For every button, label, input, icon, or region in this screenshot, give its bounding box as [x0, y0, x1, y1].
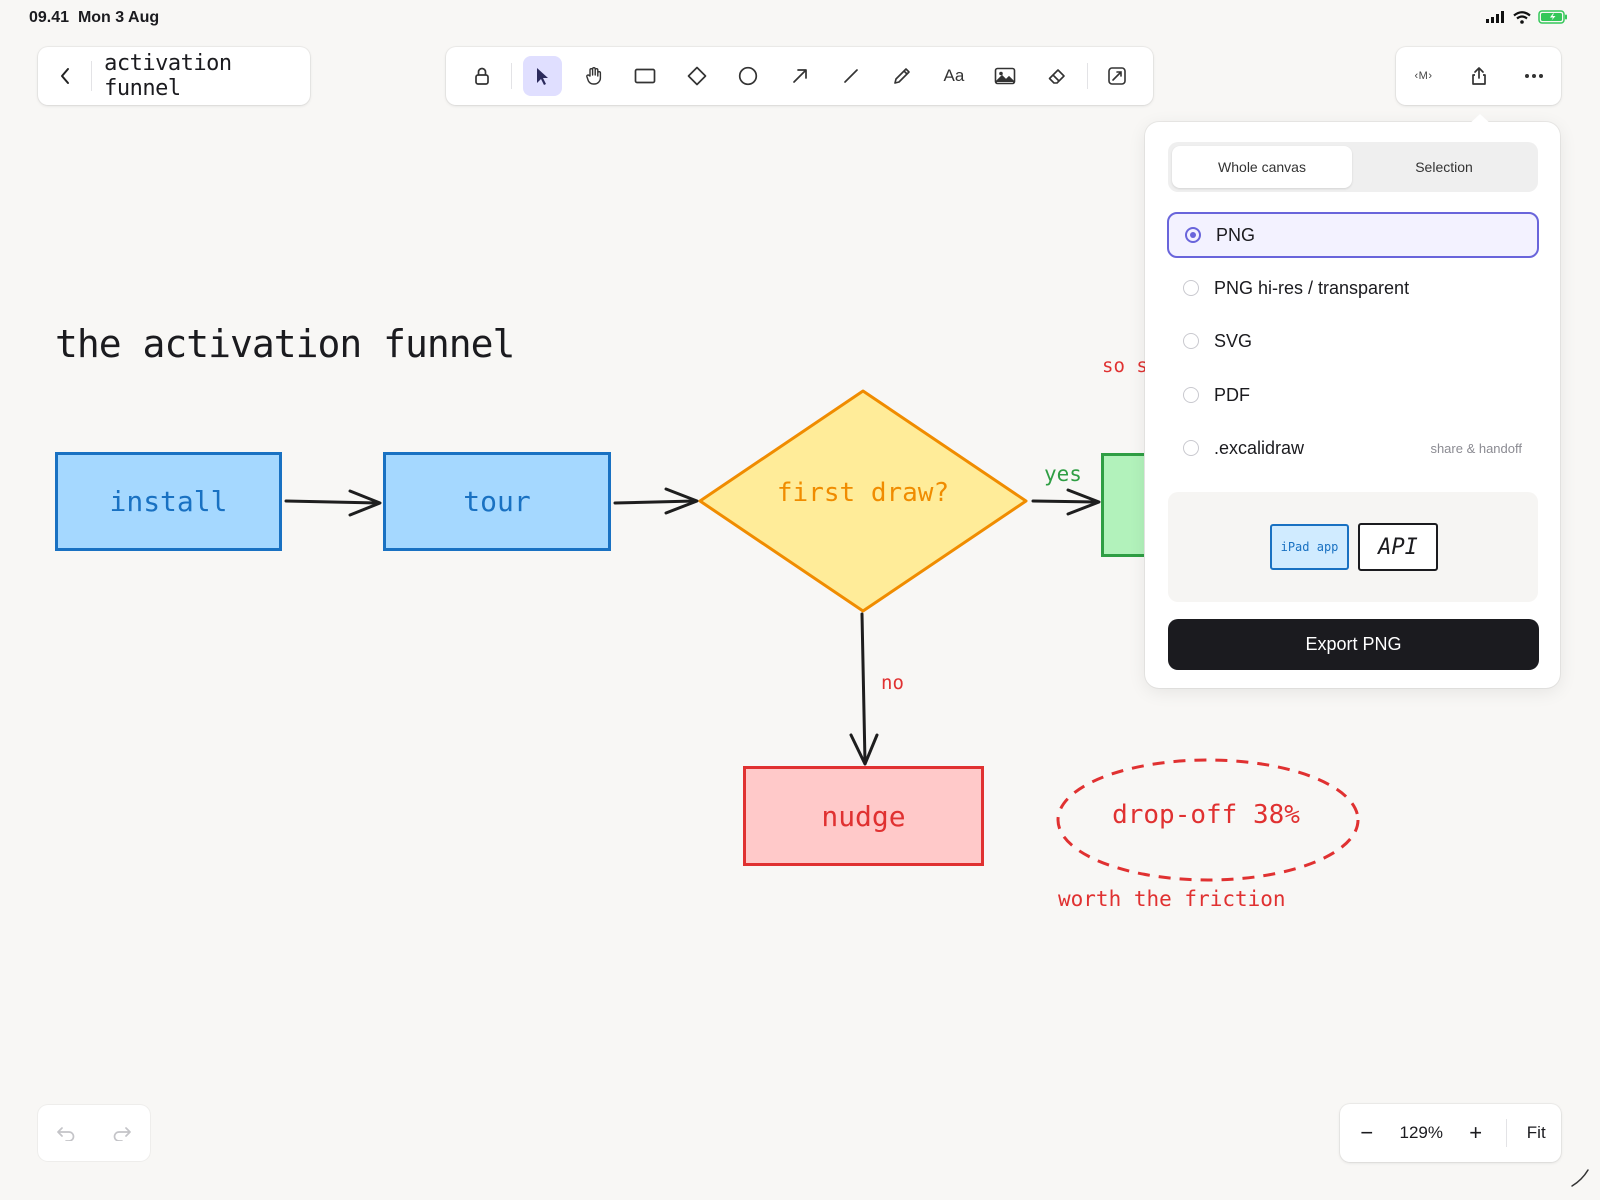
node-tour[interactable]: tour [383, 452, 611, 551]
scope-selection[interactable]: Selection [1354, 146, 1534, 188]
arrow-tour-decision[interactable] [613, 487, 699, 515]
zoom-out-button[interactable]: − [1340, 1104, 1394, 1162]
preview-api-box: API [1358, 523, 1438, 571]
canvas-title[interactable]: the activation funnel [55, 322, 515, 366]
edge-label-no[interactable]: no [881, 672, 904, 694]
redo-icon [113, 1127, 131, 1141]
format-hint: share & handoff [1430, 440, 1522, 456]
zoom-controls: − 129% + Fit [1340, 1104, 1561, 1162]
export-button[interactable]: Export PNG [1168, 619, 1539, 670]
format-option-svg[interactable]: SVG [1167, 318, 1539, 364]
format-option-png[interactable]: PNG [1167, 212, 1539, 258]
format-label: SVG [1214, 330, 1253, 351]
radio-icon [1183, 387, 1199, 403]
node-label: install [109, 485, 228, 518]
radio-icon [1183, 280, 1199, 296]
undo-button[interactable] [46, 1113, 86, 1153]
node-nudge[interactable]: nudge [743, 766, 984, 866]
format-label: PNG hi-res / transparent [1214, 277, 1410, 298]
arrow-decision-yes[interactable] [1031, 488, 1101, 516]
export-scope-toggle: Whole canvas Selection [1168, 142, 1538, 192]
history-controls [38, 1105, 150, 1161]
format-label: PDF [1214, 384, 1250, 405]
zoom-level[interactable]: 129% [1394, 1123, 1449, 1143]
node-label: nudge [821, 799, 906, 833]
divider [1506, 1119, 1508, 1147]
node-first-draw-label: first draw? [776, 478, 950, 508]
format-option-png-hires[interactable]: PNG hi-res / transparent [1167, 265, 1539, 311]
dropoff-label: drop-off 38% [1112, 800, 1300, 830]
edge-label-yes[interactable]: yes [1044, 462, 1082, 486]
plus-icon: + [1469, 1120, 1483, 1145]
pencil-hover-indicator [1571, 1169, 1589, 1187]
zoom-fit-button[interactable]: Fit [1511, 1123, 1561, 1143]
format-option-excalidraw[interactable]: .excalidraw share & handoff [1167, 425, 1539, 471]
format-option-pdf[interactable]: PDF [1167, 372, 1539, 418]
preview-ipad-box: iPad app [1270, 524, 1349, 570]
format-label: .excalidraw [1214, 437, 1305, 458]
zoom-in-button[interactable]: + [1449, 1104, 1503, 1162]
radio-selected-icon [1185, 227, 1201, 243]
format-label: PNG [1216, 224, 1256, 245]
panel-caret [1468, 114, 1492, 125]
radio-icon [1183, 333, 1199, 349]
minus-icon: − [1360, 1120, 1374, 1145]
node-label: tour [463, 485, 531, 518]
annotation-text[interactable]: worth the friction [1058, 887, 1286, 911]
arrow-decision-no[interactable] [849, 612, 879, 766]
node-install[interactable]: install [55, 452, 282, 551]
export-preview [1168, 492, 1538, 602]
redo-button[interactable] [102, 1113, 142, 1153]
note-partial[interactable]: so s [1102, 355, 1148, 377]
scope-whole-canvas[interactable]: Whole canvas [1172, 146, 1352, 188]
arrow-install-tour[interactable] [284, 489, 382, 517]
undo-icon [57, 1127, 75, 1141]
radio-icon [1183, 440, 1199, 456]
node-activated-partial[interactable] [1101, 453, 1144, 557]
